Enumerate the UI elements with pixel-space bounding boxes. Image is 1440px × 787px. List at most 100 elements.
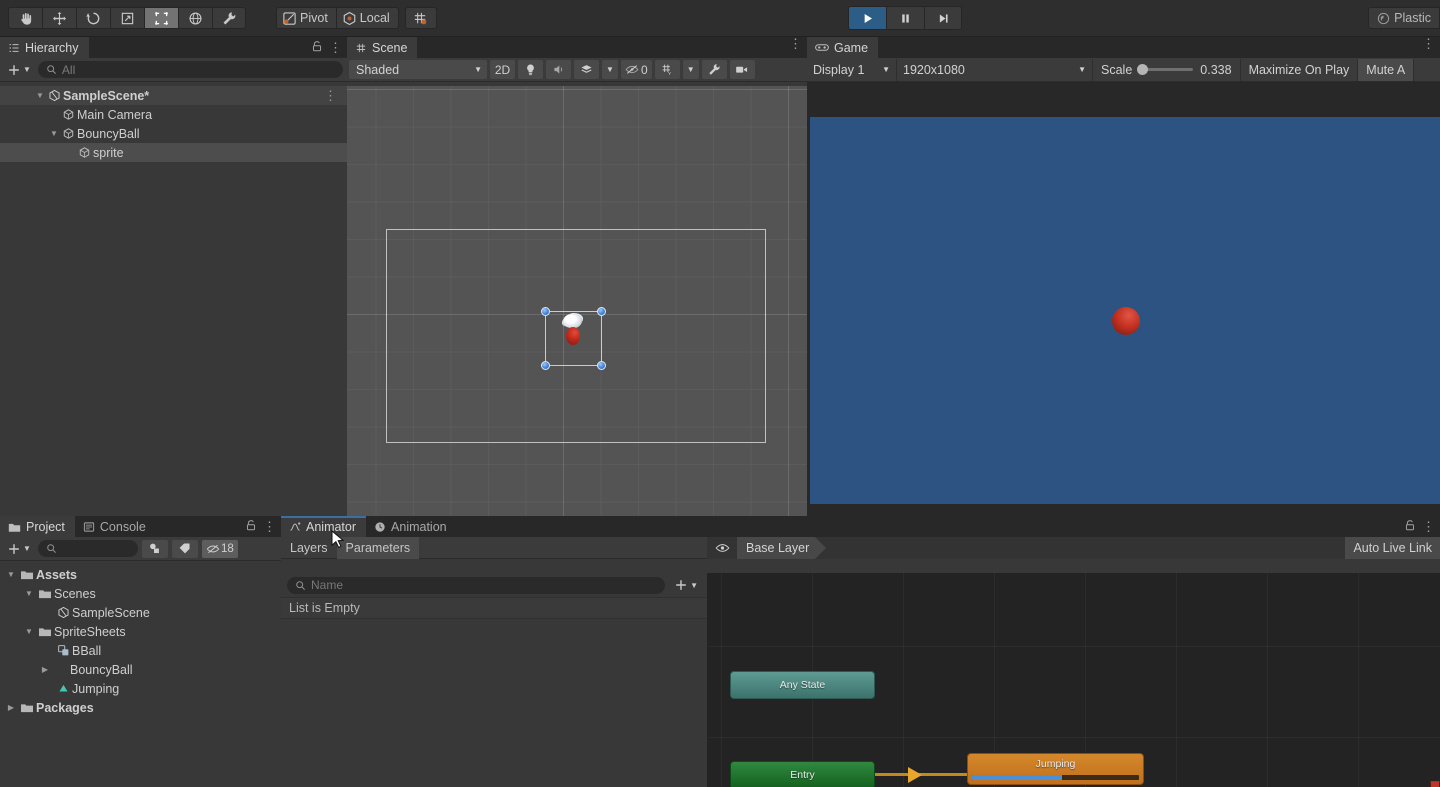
expand-arrow-icon[interactable]: ▶ [38, 665, 52, 674]
scene-effects-dropdown[interactable]: ▼ [602, 60, 618, 79]
project-row-assets[interactable]: ▼ Assets [0, 565, 281, 584]
transform-tool-button[interactable] [178, 7, 212, 29]
maximize-on-play-button[interactable]: Maximize On Play [1241, 59, 1359, 81]
move-tool-button[interactable] [42, 7, 76, 29]
project-filter-label-button[interactable] [172, 540, 198, 558]
custom-tool-button[interactable] [212, 7, 246, 29]
project-add-button[interactable]: ▼ [4, 540, 34, 558]
tab-layers[interactable]: Layers [281, 537, 337, 559]
rect-tool-button[interactable] [144, 7, 178, 29]
pivot-toggle-button[interactable]: Pivot [276, 7, 337, 29]
scene-audio-button[interactable] [546, 60, 571, 79]
jumping-state-node[interactable]: Jumping [967, 753, 1144, 785]
project-menu-icon[interactable]: ⋮ [263, 523, 277, 531]
tab-project[interactable]: Project [0, 516, 75, 537]
gizmo-handle-top-right[interactable] [597, 307, 606, 316]
folder-icon [36, 588, 54, 600]
scene-menu-icon[interactable]: ⋮ [789, 40, 803, 48]
breadcrumb-base-layer[interactable]: Base Layer [737, 537, 815, 559]
game-viewport[interactable] [807, 86, 1440, 516]
project-visibility-button[interactable]: 18 [202, 540, 238, 558]
auto-live-link-button[interactable]: Auto Live Link [1345, 537, 1440, 559]
shading-mode-dropdown[interactable]: Shaded ▼ [349, 60, 487, 79]
any-state-node[interactable]: Any State [730, 671, 875, 699]
rect-transform-gizmo[interactable] [545, 311, 602, 366]
scene-hidden-objects-button[interactable]: 0 [621, 60, 652, 79]
scene-camera-button[interactable] [730, 60, 755, 79]
hierarchy-row-samplescene[interactable]: ▼ SampleScene* ⋮ [0, 86, 347, 105]
tab-hierarchy[interactable]: Hierarchy [0, 37, 89, 58]
scale-slider-knob[interactable] [1137, 64, 1148, 75]
project-row-packages[interactable]: ▶ Packages [0, 698, 281, 717]
local-toggle-button[interactable]: Local [337, 7, 399, 29]
step-button[interactable] [924, 6, 962, 30]
pause-button[interactable] [886, 6, 924, 30]
tab-parameters[interactable]: Parameters [337, 537, 420, 559]
tab-animation[interactable]: Animation [366, 516, 457, 537]
add-parameter-button[interactable]: ▼ [671, 576, 701, 594]
scene-grid-button[interactable]: Y [655, 60, 680, 79]
scene-context-menu-icon[interactable]: ⋮ [324, 92, 337, 100]
scene-effects-button[interactable] [574, 60, 599, 79]
hierarchy-add-button[interactable]: ▼ [4, 61, 34, 79]
any-state-label: Any State [780, 679, 826, 691]
hierarchy-search-input[interactable]: All [38, 61, 343, 78]
display-dropdown[interactable]: Display 1 ▼ [807, 59, 897, 81]
gizmo-handle-bottom-right[interactable] [597, 361, 606, 370]
scene-viewport[interactable] [347, 86, 807, 516]
project-filter-type-button[interactable] [142, 540, 168, 558]
lock-icon[interactable] [1404, 519, 1416, 535]
hierarchy-row-bouncyball[interactable]: ▼ BouncyBall [0, 124, 347, 143]
scene-grid-dropdown[interactable]: ▼ [683, 60, 699, 79]
tab-game[interactable]: Game [807, 37, 878, 58]
mute-audio-button[interactable]: Mute A [1358, 59, 1414, 81]
plastic-scm-button[interactable]: Plastic [1368, 7, 1440, 29]
hierarchy-tab-icons: ⋮ [311, 40, 343, 56]
expand-arrow-icon[interactable]: ▼ [22, 589, 36, 598]
tab-scene[interactable]: Scene [347, 37, 417, 58]
tab-animator[interactable]: Animator [281, 516, 366, 537]
project-search-input[interactable] [38, 540, 138, 557]
expand-arrow-icon[interactable]: ▼ [48, 129, 60, 138]
expand-arrow-icon[interactable]: ▶ [4, 703, 18, 712]
project-row-samplescene[interactable]: SampleScene [0, 603, 281, 622]
entry-node[interactable]: Entry [730, 761, 875, 787]
hierarchy-row-sprite[interactable]: sprite [0, 143, 347, 162]
hierarchy-row-main-camera[interactable]: Main Camera [0, 105, 347, 124]
gizmo-handle-top-left[interactable] [541, 307, 550, 316]
expand-arrow-icon[interactable]: ▼ [34, 91, 46, 100]
layer-visibility-icon[interactable] [707, 542, 737, 554]
hand-tool-button[interactable] [8, 7, 42, 29]
entry-to-jumping-transition[interactable] [875, 773, 969, 776]
gizmo-handle-bottom-left[interactable] [541, 361, 550, 370]
project-row-bball[interactable]: BBall [0, 641, 281, 660]
scene-tools-button[interactable] [702, 60, 727, 79]
parameter-name-input[interactable]: Name [287, 577, 665, 594]
scale-tool-button[interactable] [110, 7, 144, 29]
game-menu-icon[interactable]: ⋮ [1422, 40, 1436, 48]
animator-breadcrumb-bar: Base Layer Auto Live Link [707, 537, 1440, 559]
hierarchy-item-label: sprite [93, 146, 124, 160]
project-row-jumping[interactable]: Jumping [0, 679, 281, 698]
animator-state-graph[interactable]: Any State Entry Jumping [708, 573, 1440, 787]
resolution-dropdown[interactable]: 1920x1080 ▼ [897, 59, 1093, 81]
scale-slider-group[interactable]: Scale 0.338 [1093, 59, 1241, 81]
play-button[interactable] [848, 6, 886, 30]
hierarchy-menu-icon[interactable]: ⋮ [329, 44, 343, 52]
scale-slider[interactable] [1139, 68, 1193, 71]
grid-snap-button[interactable] [405, 7, 437, 29]
expand-arrow-icon[interactable]: ▼ [4, 570, 18, 579]
project-row-spritesheets[interactable]: ▼ SpriteSheets [0, 622, 281, 641]
lock-icon[interactable] [245, 519, 257, 535]
project-row-scenes[interactable]: ▼ Scenes [0, 584, 281, 603]
animator-menu-icon[interactable]: ⋮ [1422, 523, 1436, 531]
jumping-label: Jumping [1036, 758, 1076, 770]
project-row-bouncyball[interactable]: ▶ BouncyBall [0, 660, 281, 679]
lock-icon[interactable] [311, 40, 323, 56]
rotate-tool-button[interactable] [76, 7, 110, 29]
scene-lighting-button[interactable] [518, 60, 543, 79]
tab-console[interactable]: Console [75, 516, 156, 537]
2d-toggle-button[interactable]: 2D [490, 60, 515, 79]
game-tabbar: Game ⋮ [807, 37, 1440, 58]
expand-arrow-icon[interactable]: ▼ [22, 627, 36, 636]
